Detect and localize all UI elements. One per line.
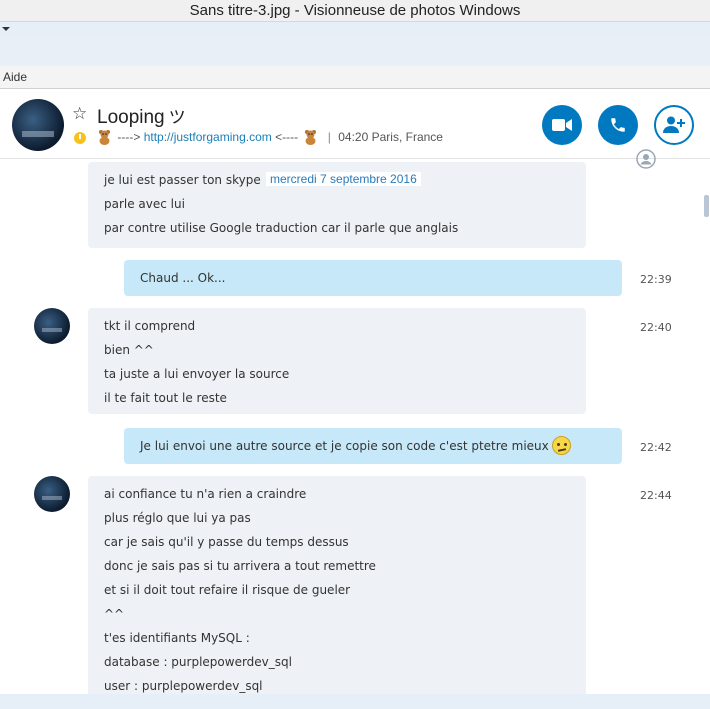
message-line: tkt il comprend (104, 319, 196, 333)
outgoing-message: Chaud ... Ok... (124, 260, 622, 296)
video-camera-icon (552, 119, 572, 131)
viewer-ribbon (0, 36, 710, 66)
mood-prefix: ----> (117, 130, 141, 144)
mood-link[interactable]: http://justforgaming.com (144, 130, 272, 144)
scrollbar-thumb[interactable] (704, 195, 709, 217)
contact-name-symbol: ツ (168, 108, 186, 127)
dropdown-caret-icon[interactable] (2, 27, 10, 31)
voice-call-button[interactable] (598, 105, 638, 145)
away-status-icon (74, 132, 86, 144)
message-timestamp: 22:39 (640, 273, 672, 286)
phone-icon (611, 118, 625, 132)
message-line: bien ^^ (104, 343, 154, 357)
add-person-icon (663, 116, 685, 133)
incoming-message: ai confiance tu n'a rien a craindre plus… (88, 476, 586, 695)
contact-name-text: Looping (97, 107, 165, 128)
teddy-bear-icon (99, 130, 110, 145)
viewer-toolbar (0, 22, 710, 36)
teddy-bear-icon (305, 130, 317, 145)
contact-avatar[interactable] (12, 99, 64, 151)
message-text: Je lui envoi une autre source et je copi… (140, 439, 549, 453)
viewer-bottom-bar (0, 694, 710, 709)
video-call-button[interactable] (542, 105, 582, 145)
message-line: et si il doit tout refaire il risque de … (104, 583, 351, 597)
mood-message: ----> http://justforgaming.com <---- | 0… (95, 129, 443, 145)
contact-name: Looping ツ (97, 103, 186, 129)
conversation-header: ☆ Looping ツ ----> http://justforgaming.co… (0, 89, 710, 159)
menu-item-aide[interactable]: Aide (3, 70, 27, 84)
contact-local-time: 04:20 Paris, France (338, 130, 443, 144)
message-line: donc je sais pas si tu arrivera a tout r… (104, 559, 376, 573)
message-timestamp: 22:42 (640, 441, 672, 454)
message-line: database : purplepowerdev_sql (104, 655, 292, 669)
outgoing-message: Je lui envoi une autre source et je copi… (124, 428, 622, 464)
message-line: ai confiance tu n'a rien a craindre (104, 487, 307, 501)
message-text: Chaud ... Ok... (140, 271, 226, 285)
message-line: parle avec lui (104, 197, 185, 211)
message-timestamp: 22:40 (640, 321, 672, 334)
sender-avatar[interactable] (34, 476, 70, 512)
sender-avatar[interactable] (34, 308, 70, 344)
mood-suffix: <---- (275, 130, 299, 144)
date-separator: mercredi 7 septembre 2016 (266, 172, 421, 186)
message-line: plus réglo que lui ya pas (104, 511, 251, 525)
chat-scrollbar[interactable] (700, 160, 710, 695)
message-list: je lui est passer ton skype parle avec l… (0, 160, 700, 695)
message-line: user : purplepowerdev_sql (104, 679, 263, 693)
skype-conversation-window: ☆ Looping ツ ----> http://justforgaming.co… (0, 88, 710, 695)
message-line: ^^ (104, 607, 125, 621)
menu-bar: Aide (0, 66, 710, 88)
message-line: il te fait tout le reste (104, 391, 227, 405)
message-line: par contre utilise Google traduction car… (104, 221, 459, 235)
message-line: car je sais qu'il y passe du temps dessu… (104, 535, 349, 549)
add-people-button[interactable] (654, 105, 694, 145)
favorite-star-icon[interactable]: ☆ (72, 105, 87, 123)
confused-face-icon (551, 436, 571, 455)
window-title-bar: Sans titre-3.jpg - Visionneuse de photos… (0, 0, 710, 22)
message-timestamp: 22:44 (640, 489, 672, 502)
window-title: Sans titre-3.jpg - Visionneuse de photos… (189, 2, 521, 19)
mood-divider: | (327, 130, 331, 144)
incoming-message: tkt il comprend bien ^^ ta juste a lui e… (88, 308, 586, 414)
message-line: t'es identifiants MySQL : (104, 631, 250, 645)
message-line: ta juste a lui envoyer la source (104, 367, 290, 381)
